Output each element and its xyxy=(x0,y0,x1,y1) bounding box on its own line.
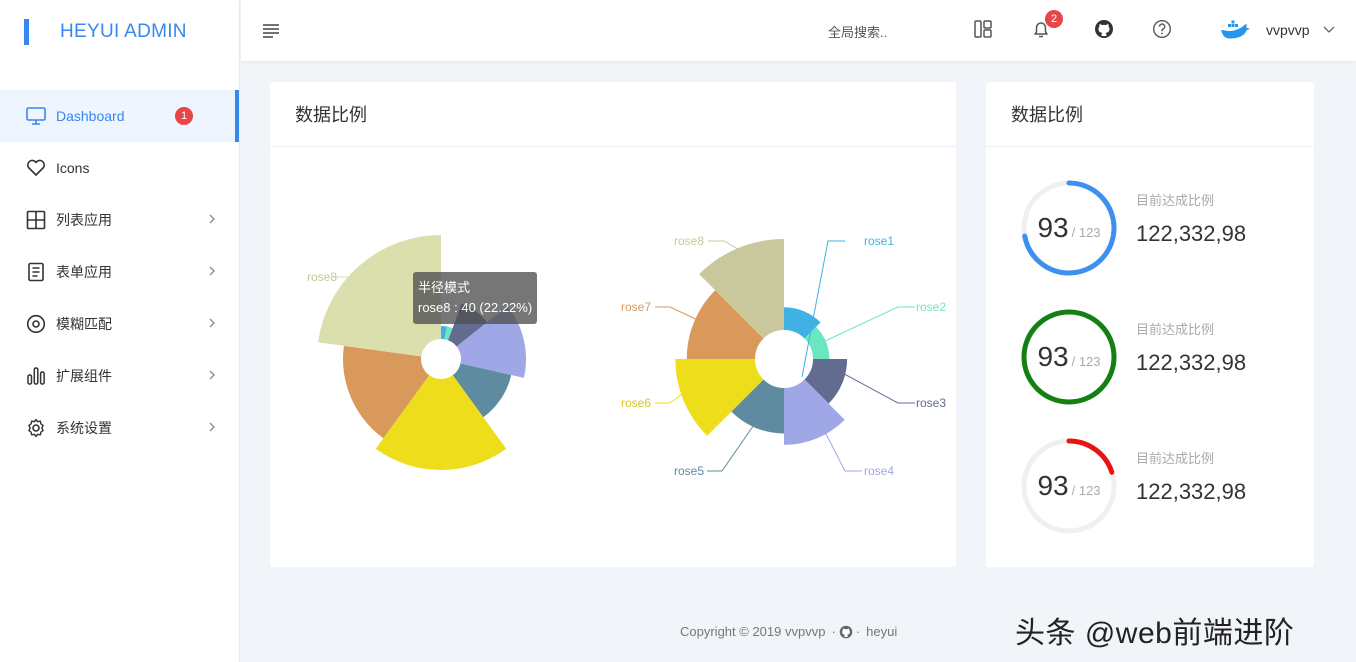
footer: Copyright © 2019 vvpvvp · · heyui xyxy=(677,624,900,639)
sidebar-item-extensions[interactable]: 扩展组件 xyxy=(0,350,239,402)
notification-badge: 2 xyxy=(1045,10,1063,28)
progress-amount: 122,332,98 xyxy=(1136,221,1247,246)
menu-toggle-icon[interactable] xyxy=(262,22,280,38)
tooltip-text: rose8 : 40 (22.22%) xyxy=(418,300,533,315)
heart-icon xyxy=(25,157,47,179)
progress-circle: 93/ 123 xyxy=(1019,178,1119,278)
sidebar-item-fuzzy-match[interactable]: 模糊匹配 xyxy=(0,298,239,350)
chart2-label-rose7: rose7 xyxy=(621,300,651,314)
chart1-label-rose8: rose8 xyxy=(307,270,337,284)
watermark: 头条 @web前端进阶 xyxy=(1015,617,1295,650)
progress-circle: 93/ 123 xyxy=(1019,436,1119,536)
top-header: 全局搜索.. 2 vvpvvp xyxy=(241,0,1356,61)
progress-value: 93 xyxy=(1037,341,1069,372)
username[interactable]: vvpvvp xyxy=(1266,22,1310,38)
progress-value: 93 xyxy=(1037,212,1069,243)
progress-value: 93 xyxy=(1037,470,1069,501)
chart-tooltip: 半径模式 rose8 : 40 (22.22%) xyxy=(413,272,538,324)
sidebar-item-form-apps[interactable]: 表单应用 xyxy=(0,246,239,298)
help-icon[interactable] xyxy=(1150,17,1174,41)
chevron-right-icon xyxy=(209,318,215,328)
avatar[interactable] xyxy=(1220,18,1250,40)
copyright-text: Copyright © 2019 vvpvvp xyxy=(680,624,826,639)
chevron-right-icon xyxy=(209,422,215,432)
tooltip-title: 半径模式 xyxy=(418,280,471,295)
sidebar-item-list-apps[interactable]: 列表应用 xyxy=(0,194,239,246)
progress-card: 数据比例 93/ 123 目前达成比例 122,332,98 93/ 123 目… xyxy=(986,82,1314,567)
monitor-icon xyxy=(25,105,47,127)
chevron-down-icon[interactable] xyxy=(1322,24,1336,36)
separator: · xyxy=(855,624,861,639)
card-title: 数据比例 xyxy=(270,82,956,147)
sidebar-item-settings[interactable]: 系统设置 xyxy=(0,402,239,454)
target-icon xyxy=(25,313,47,335)
label-line xyxy=(823,429,862,472)
sidebar-item-label: Icons xyxy=(56,160,90,176)
global-search-input[interactable]: 全局搜索.. xyxy=(828,22,887,41)
dashboard-badge: 1 xyxy=(175,107,193,125)
footer-link[interactable]: heyui xyxy=(866,624,897,639)
label-line xyxy=(655,306,703,323)
progress-total: / 123 xyxy=(1071,482,1101,498)
github-icon[interactable] xyxy=(839,625,853,639)
progress-total: / 123 xyxy=(1071,353,1101,369)
layout-icon[interactable] xyxy=(971,17,995,41)
sidebar: HEYUI ADMIN Dashboard 1 Icons 列表应用 表单应用 … xyxy=(0,0,240,662)
separator: · xyxy=(831,624,836,639)
progress-label: 目前达成比例 xyxy=(1136,451,1215,466)
chart2-label-rose2: rose2 xyxy=(916,300,946,314)
chart2-label-rose6: rose6 xyxy=(621,396,651,410)
sidebar-item-dashboard[interactable]: Dashboard 1 xyxy=(0,90,239,142)
bar-chart-icon xyxy=(25,365,47,387)
logo[interactable]: HEYUI ADMIN xyxy=(0,0,239,64)
progress-label: 目前达成比例 xyxy=(1136,322,1215,337)
chart2-label-rose5: rose5 xyxy=(674,464,704,478)
chart2-label-rose4: rose4 xyxy=(864,464,894,478)
rose-charts-svg: rose8 rose1 rose2 rose3 rose4 rose5 rose… xyxy=(307,234,946,478)
gear-icon xyxy=(25,417,47,439)
rose-chart-radius-mode[interactable] xyxy=(318,235,526,470)
chevron-right-icon xyxy=(209,214,215,224)
chart2-label-rose3: rose3 xyxy=(916,396,946,410)
app-title: HEYUI ADMIN xyxy=(60,21,187,42)
chart2-label-rose8: rose8 xyxy=(674,234,704,248)
logo-bar xyxy=(24,19,29,45)
github-icon[interactable] xyxy=(1092,17,1116,41)
chart2-label-rose1: rose1 xyxy=(864,234,894,248)
grid-icon xyxy=(25,209,47,231)
sidebar-item-icons[interactable]: Icons xyxy=(0,142,239,194)
document-icon xyxy=(25,261,47,283)
ratio-charts-card: 数据比例 rose8 rose1 rose2 rose3 rose4 rose5… xyxy=(270,82,956,567)
sidebar-menu: Dashboard 1 Icons 列表应用 表单应用 模糊匹配 扩展组件 系统… xyxy=(0,90,239,454)
progress-total: / 123 xyxy=(1071,224,1101,240)
sidebar-item-label: Dashboard xyxy=(56,108,125,124)
progress-label: 目前达成比例 xyxy=(1136,193,1215,208)
chevron-right-icon xyxy=(209,266,215,276)
label-line xyxy=(834,368,915,404)
progress-circle: 93/ 123 xyxy=(1019,307,1119,407)
progress-amount: 122,332,98 xyxy=(1136,350,1247,375)
progress-amount: 122,332,98 xyxy=(1136,479,1247,504)
label-line xyxy=(822,306,915,343)
chevron-right-icon xyxy=(209,370,215,380)
card-title: 数据比例 xyxy=(986,82,1314,147)
rose-chart-area-mode[interactable] xyxy=(675,239,848,445)
